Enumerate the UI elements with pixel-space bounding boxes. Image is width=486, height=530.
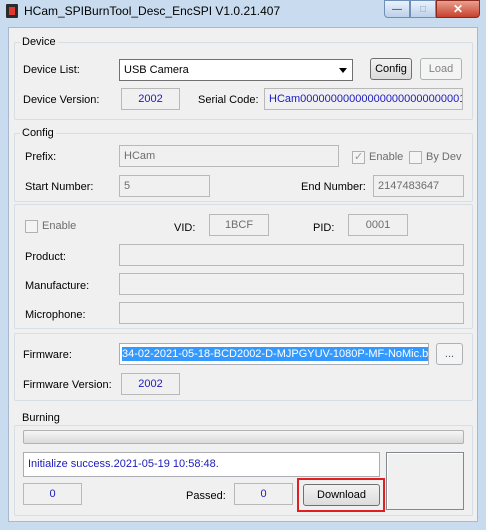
- firmware-label: Firmware:: [23, 349, 72, 361]
- config-button[interactable]: Config: [370, 58, 412, 80]
- burning-group-label: Burning: [20, 412, 62, 425]
- close-button[interactable]: ✕: [436, 0, 480, 18]
- window-controls: — □ ✕: [384, 0, 480, 20]
- result-indicator-box: [386, 452, 464, 510]
- vid-field[interactable]: 1BCF: [209, 214, 269, 236]
- passed-label: Passed:: [186, 490, 226, 502]
- pid-label: PID:: [313, 222, 335, 234]
- serial-code-label: Serial Code:: [198, 94, 259, 106]
- config-group-label: Config: [20, 127, 56, 140]
- count-field: 0: [23, 483, 82, 505]
- manufacture-label: Manufacture:: [25, 280, 90, 292]
- window-title: HCam_SPIBurnTool_Desc_EncSPI V1.0.21.407: [24, 4, 281, 18]
- microphone-field[interactable]: [119, 302, 464, 324]
- checkbox-checked-icon: [352, 150, 365, 164]
- microphone-label: Microphone:: [25, 309, 86, 321]
- usb-enable-label: Enable: [42, 220, 77, 232]
- start-number-label: Start Number:: [25, 181, 94, 193]
- firmware-version-field: 2002: [121, 373, 180, 395]
- usb-enable-checkbox[interactable]: Enable: [25, 219, 76, 233]
- firmware-path-text: 34-02-2021-05-18-BCD2002-D-MJPGYUV-1080P…: [122, 347, 428, 361]
- end-number-field[interactable]: 2147483647: [373, 175, 464, 197]
- pid-field[interactable]: 0001: [348, 214, 408, 236]
- prefix-field[interactable]: HCam: [119, 145, 339, 167]
- by-dev-label: By Dev: [426, 151, 462, 163]
- prefix-enable-label: Enable: [369, 151, 404, 163]
- manufacture-field[interactable]: [119, 273, 464, 295]
- vid-label: VID:: [174, 222, 196, 234]
- load-button[interactable]: Load: [420, 58, 462, 80]
- browse-button[interactable]: ...: [436, 343, 463, 365]
- download-button[interactable]: Download: [303, 484, 380, 506]
- product-field[interactable]: [119, 244, 464, 266]
- firmware-path-field[interactable]: 34-02-2021-05-18-BCD2002-D-MJPGYUV-1080P…: [119, 343, 429, 365]
- device-group-label: Device: [20, 36, 58, 49]
- title-bar: HCam_SPIBurnTool_Desc_EncSPI V1.0.21.407…: [0, 0, 486, 24]
- minimize-button[interactable]: —: [384, 0, 410, 18]
- serial-code-field: HCam000000000000000000000000001: [264, 88, 463, 110]
- device-list-dropdown[interactable]: USB Camera: [119, 59, 353, 81]
- status-log: Initialize success.2021-05-19 10:58:48.: [23, 452, 380, 477]
- firmware-version-label: Firmware Version:: [23, 379, 112, 391]
- end-number-label: End Number:: [301, 181, 366, 193]
- start-number-field[interactable]: 5: [119, 175, 210, 197]
- checkbox-unchecked-icon: [25, 219, 38, 233]
- passed-count-field: 0: [234, 483, 293, 505]
- checkbox-unchecked-icon: [409, 150, 422, 164]
- device-list-value: USB Camera: [124, 64, 189, 76]
- prefix-enable-checkbox[interactable]: Enable: [352, 150, 403, 164]
- device-list-label: Device List:: [23, 64, 80, 76]
- by-dev-checkbox[interactable]: By Dev: [409, 150, 461, 164]
- product-label: Product:: [25, 251, 66, 263]
- app-icon: [6, 4, 18, 18]
- chevron-down-icon: [339, 68, 347, 73]
- main-window-body: Device Device List: USB Camera Config Lo…: [8, 27, 478, 522]
- burn-progress-bar: [23, 430, 464, 444]
- maximize-button[interactable]: □: [410, 0, 436, 18]
- device-version-field: 2002: [121, 88, 180, 110]
- prefix-label: Prefix:: [25, 151, 57, 163]
- device-version-label: Device Version:: [23, 94, 100, 106]
